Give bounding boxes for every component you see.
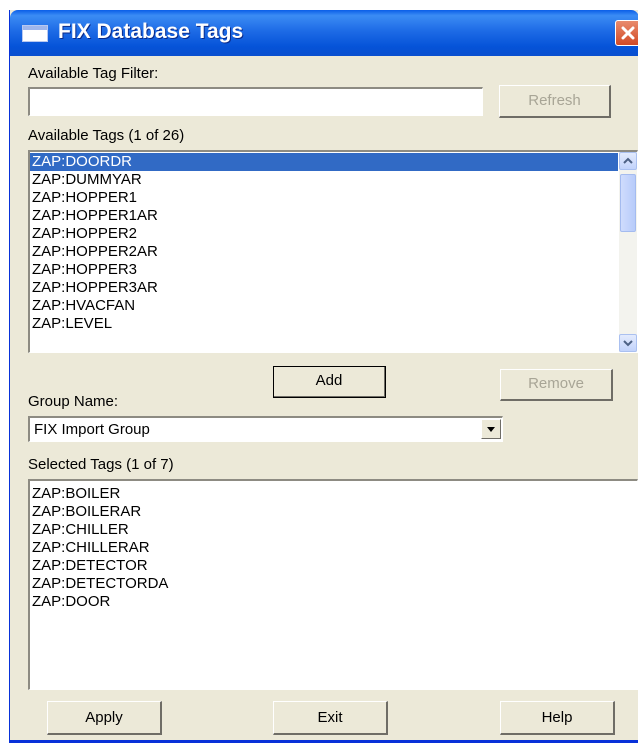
tag-filter-input[interactable]: [28, 87, 483, 116]
group-name-value: FIX Import Group: [34, 421, 150, 438]
list-item[interactable]: ZAP:HOPPER1: [30, 189, 618, 207]
group-name-label: Group Name:: [28, 393, 119, 410]
list-item[interactable]: ZAP:DETECTORDA: [30, 575, 630, 593]
list-item[interactable]: ZAP:HOPPER2: [30, 225, 618, 243]
list-item[interactable]: ZAP:DOOR: [30, 593, 630, 611]
list-item[interactable]: ZAP:HOPPER3AR: [30, 279, 618, 297]
help-button[interactable]: Help: [500, 701, 615, 735]
list-item[interactable]: ZAP:DOORDR: [30, 153, 618, 171]
chevron-down-icon: [487, 427, 495, 432]
list-item[interactable]: ZAP:DETECTOR: [30, 557, 630, 575]
list-item[interactable]: ZAP:HOPPER2AR: [30, 243, 618, 261]
title-bar[interactable]: FIX Database Tags: [10, 10, 638, 56]
scroll-down-icon: [623, 340, 633, 347]
window-icon: [22, 25, 48, 42]
exit-button[interactable]: Exit: [273, 701, 388, 735]
scroll-down-button[interactable]: [619, 334, 637, 352]
selected-tags-items: ZAP:BOILER ZAP:BOILERAR ZAP:CHILLER ZAP:CHI…: [30, 485, 630, 611]
available-tags-list[interactable]: ZAP:DOORDR ZAP:DUMMYAR ZAP:HOPPER1 ZAP:HOPP…: [28, 150, 638, 353]
list-item[interactable]: ZAP:HOPPER3: [30, 261, 618, 279]
list-item[interactable]: ZAP:CHILLERAR: [30, 539, 630, 557]
apply-button[interactable]: Apply: [47, 701, 162, 735]
add-button[interactable]: Add: [273, 366, 386, 398]
available-tags-label: Available Tags (1 of 26): [28, 127, 185, 144]
available-tags-items: ZAP:DOORDR ZAP:DUMMYAR ZAP:HOPPER1 ZAP:HOPP…: [30, 153, 618, 351]
group-name-combo[interactable]: FIX Import Group: [28, 416, 503, 442]
window-title: FIX Database Tags: [58, 20, 244, 43]
list-item[interactable]: ZAP:DUMMYAR: [30, 171, 618, 189]
close-icon: [621, 26, 635, 40]
available-tags-scrollbar[interactable]: [619, 152, 637, 352]
list-item[interactable]: ZAP:LEVEL: [30, 315, 618, 333]
scroll-up-button[interactable]: [619, 152, 637, 170]
scroll-up-icon: [623, 157, 633, 164]
remove-button[interactable]: Remove: [500, 369, 613, 401]
dialog-window: FIX Database Tags Available Tag Filter: …: [9, 10, 638, 743]
list-item[interactable]: ZAP:BOILERAR: [30, 503, 630, 521]
selected-tags-label: Selected Tags (1 of 7): [28, 456, 174, 473]
list-item[interactable]: ZAP:HOPPER1AR: [30, 207, 618, 225]
list-item[interactable]: ZAP:BOILER: [30, 485, 630, 503]
list-item[interactable]: ZAP:HVACFAN: [30, 297, 618, 315]
selected-tags-list[interactable]: ZAP:BOILER ZAP:BOILERAR ZAP:CHILLER ZAP:CHI…: [28, 479, 638, 690]
group-name-dropdown-button[interactable]: [481, 419, 501, 439]
scroll-thumb[interactable]: [620, 174, 636, 232]
close-button[interactable]: [615, 20, 638, 46]
refresh-button[interactable]: Refresh: [499, 85, 611, 118]
filter-label: Available Tag Filter:: [28, 65, 159, 82]
list-item[interactable]: ZAP:CHILLER: [30, 521, 630, 539]
